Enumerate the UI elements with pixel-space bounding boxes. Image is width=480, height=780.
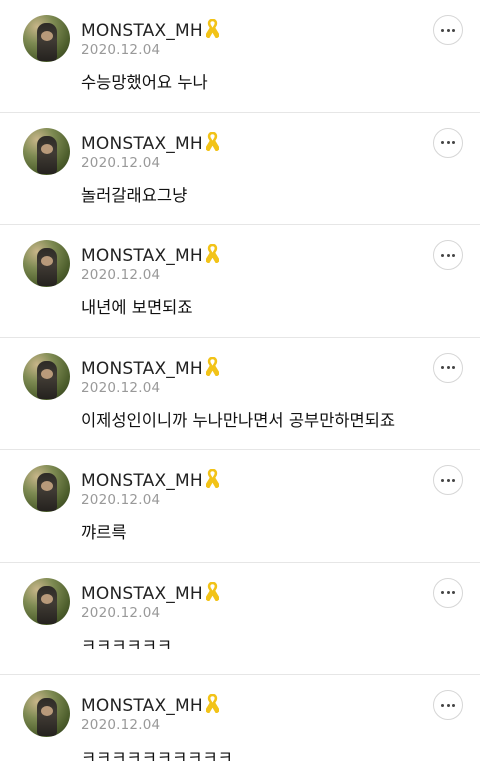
comment-text: 수능망했어요 누나 <box>81 73 208 92</box>
avatar[interactable] <box>23 577 70 625</box>
comment-item: MONSTAX_MH 2020.12.04 놀러갈래요그냥 <box>0 112 480 225</box>
comment-date: 2020.12.04 <box>81 604 161 621</box>
comment-date: 2020.12.04 <box>81 154 161 171</box>
more-dots-icon <box>441 141 455 144</box>
more-dots-icon <box>441 591 455 594</box>
comment-item: MONSTAX_MH 2020.12.04 ㅋㅋㅋㅋㅋㅋㅋㅋㅋㅋ <box>0 675 480 780</box>
avatar[interactable] <box>23 690 70 737</box>
more-dots-icon <box>441 28 455 32</box>
more-options-button[interactable] <box>433 577 463 608</box>
comment-date: 2020.12.04 <box>81 42 161 58</box>
yellow-ribbon-icon <box>205 581 219 601</box>
comment-date: 2020.12.04 <box>81 492 161 508</box>
avatar[interactable] <box>23 127 70 175</box>
username[interactable]: MONSTAX_MH <box>81 694 219 716</box>
more-options-button[interactable] <box>433 690 463 720</box>
comment-item: MONSTAX_MH 2020.12.04 꺄르륵 <box>0 450 480 563</box>
more-options-button[interactable] <box>433 15 463 45</box>
more-options-button[interactable] <box>433 352 463 383</box>
more-dots-icon <box>441 253 455 257</box>
username[interactable]: MONSTAX_MH <box>81 581 219 604</box>
comment-date: 2020.12.04 <box>81 717 161 733</box>
yellow-ribbon-icon <box>205 131 219 151</box>
comment-text: 이제성인이니까 누나만나면서 공부만하면되죠 <box>81 410 396 430</box>
comment-text: 꺄르륵 <box>81 523 127 542</box>
more-dots-icon <box>441 366 455 369</box>
comment-item: MONSTAX_MH 2020.12.04 ㅋㅋㅋㅋㅋㅋ <box>0 562 480 675</box>
username[interactable]: MONSTAX_MH <box>81 469 219 491</box>
more-options-button[interactable] <box>433 465 463 495</box>
more-dots-icon <box>441 478 455 482</box>
comment-date: 2020.12.04 <box>81 379 161 396</box>
comment-text: 내년에 보면되죠 <box>81 298 193 317</box>
username[interactable]: MONSTAX_MH <box>81 131 219 154</box>
comment-item: MONSTAX_MH 2020.12.04 이제성인이니까 누나만나면서 공부만… <box>0 337 480 450</box>
more-options-button[interactable] <box>433 127 463 158</box>
avatar[interactable] <box>23 240 70 287</box>
comment-text: ㅋㅋㅋㅋㅋㅋ <box>81 635 173 655</box>
yellow-ribbon-icon <box>205 244 219 263</box>
more-dots-icon <box>441 703 455 707</box>
avatar[interactable] <box>23 465 70 512</box>
yellow-ribbon-icon <box>205 356 219 376</box>
comment-text: ㅋㅋㅋㅋㅋㅋㅋㅋㅋㅋ <box>81 748 233 767</box>
avatar[interactable] <box>23 352 70 400</box>
comment-item: MONSTAX_MH 2020.12.04 수능망했어요 누나 <box>0 0 480 113</box>
username[interactable]: MONSTAX_MH <box>81 244 219 266</box>
yellow-ribbon-icon <box>205 19 219 38</box>
yellow-ribbon-icon <box>205 469 219 488</box>
more-options-button[interactable] <box>433 240 463 270</box>
yellow-ribbon-icon <box>205 694 219 713</box>
username[interactable]: MONSTAX_MH <box>81 19 219 41</box>
comment-feed: MONSTAX_MH 2020.12.04 수능망했어요 누나 MONSTAX_… <box>0 0 480 780</box>
comment-text: 놀러갈래요그냥 <box>81 185 188 205</box>
comment-date: 2020.12.04 <box>81 267 161 283</box>
comment-item: MONSTAX_MH 2020.12.04 내년에 보면되죠 <box>0 225 480 338</box>
avatar[interactable] <box>23 15 70 62</box>
username[interactable]: MONSTAX_MH <box>81 356 219 379</box>
